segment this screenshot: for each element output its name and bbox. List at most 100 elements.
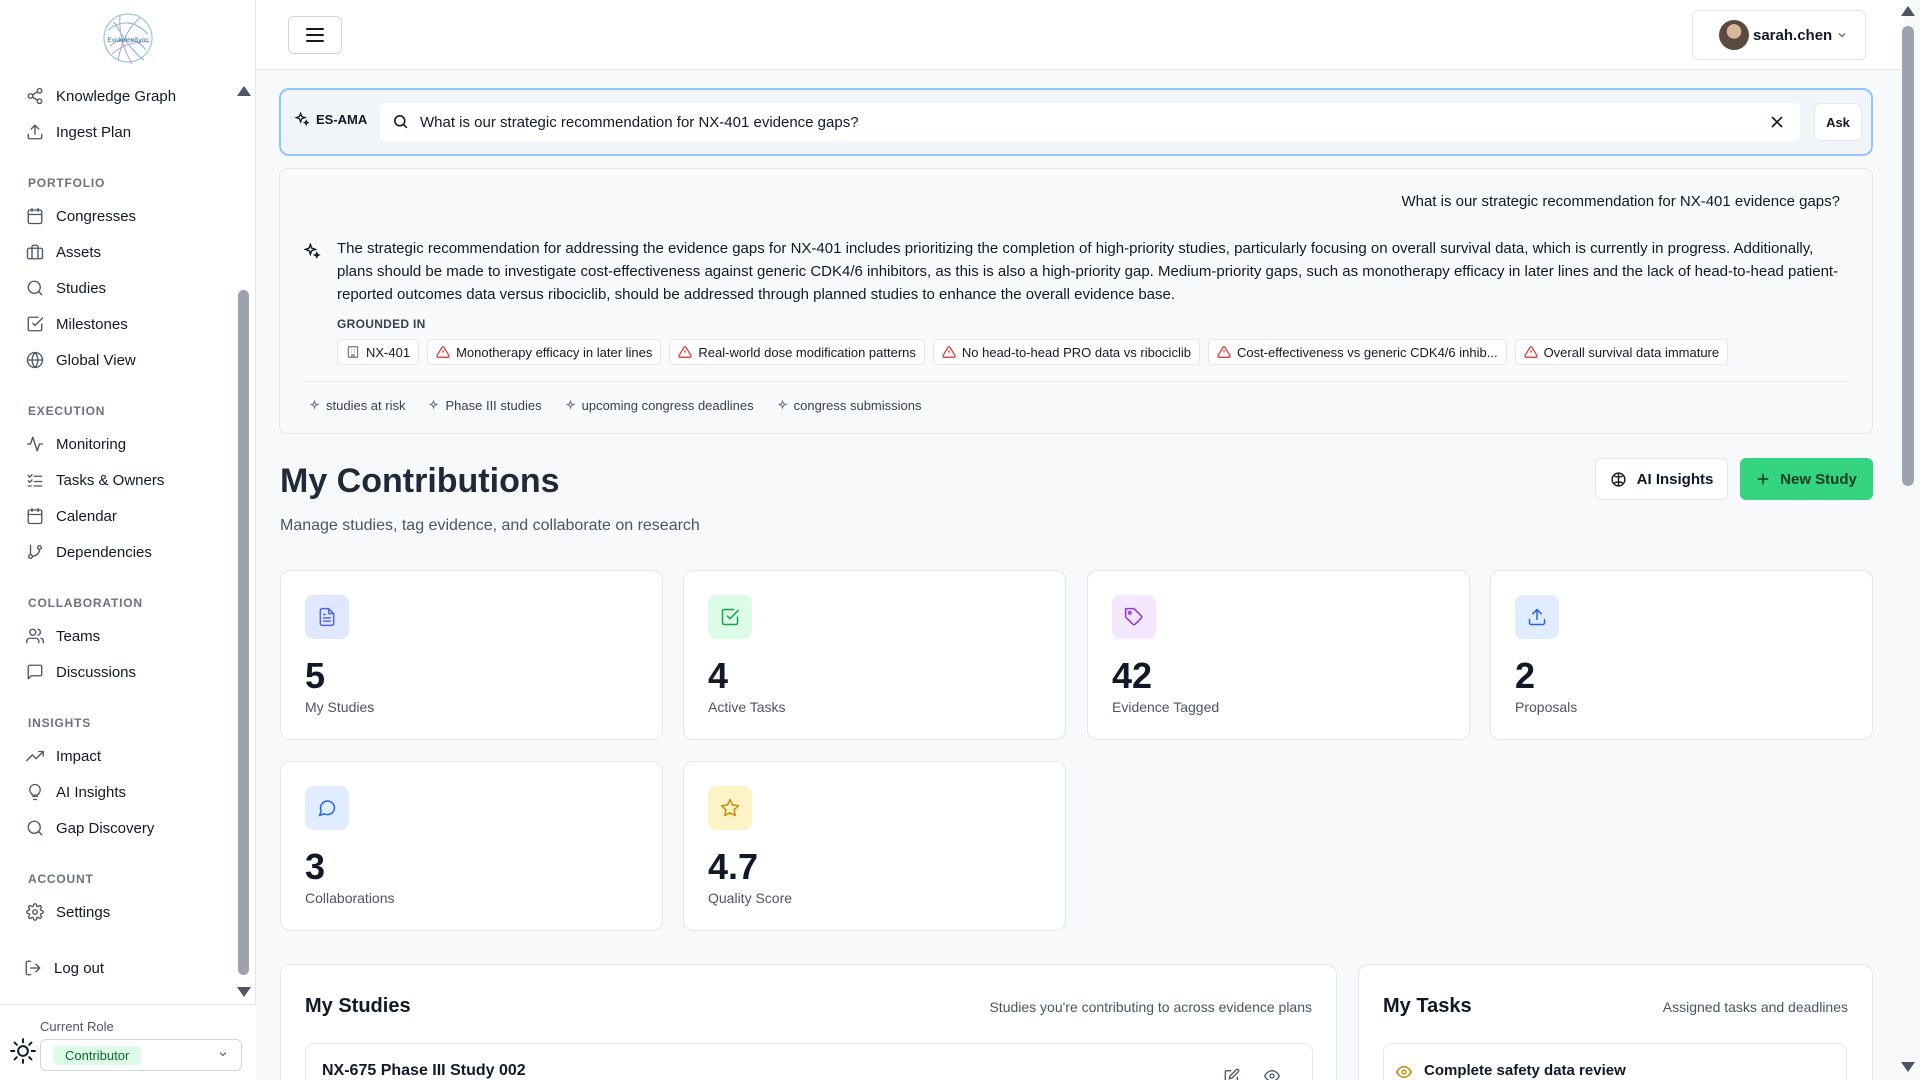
sidebar-item-congresses[interactable]: Congresses [26,200,136,232]
sun-icon[interactable] [10,1038,36,1064]
section-title-execution: EXECUTION [28,404,106,418]
lightbulb-icon [29,783,41,801]
stat-label: Quality Score [708,890,793,906]
new-study-label: New Study [1780,470,1857,488]
stat-value: 42 [1112,655,1153,696]
sidebar-item-label: Assets [56,243,102,261]
sidebar-scroll-down-arrow[interactable] [237,987,251,997]
source-chip[interactable]: Cost-effectiveness vs generic CDK4/6 inh… [1207,339,1507,365]
ama-query-input[interactable] [420,103,1750,141]
sidebar-item-gap-discovery[interactable]: Gap Discovery [26,812,154,844]
logout-button[interactable]: Log out [24,952,104,984]
hamburger-icon [306,28,324,42]
sparkles-icon [777,399,788,410]
source-chip[interactable]: No head-to-head PRO data vs ribociclib [932,339,1200,365]
stat-card-quality-score[interactable]: 4.7 Quality Score [683,761,1066,931]
divider [304,381,1850,382]
stat-value: 5 [305,655,326,696]
ai-insights-label: AI Insights [1636,470,1714,488]
message-square-icon [27,664,43,680]
warning-icon [678,346,693,358]
suggested-query[interactable]: studies at risk [306,396,409,415]
stat-card-my-studies[interactable]: 5 My Studies [280,570,663,740]
sidebar-item-label: Knowledge Graph [56,87,177,105]
sidebar-item-tasks-owners[interactable]: Tasks & Owners [26,464,164,496]
git-branch-icon [27,544,43,560]
user-menu-button[interactable]: sarah.chen [1692,10,1866,60]
new-study-button[interactable]: New Study [1740,458,1873,500]
stat-value: 4 [708,655,729,696]
sidebar-item-assets[interactable]: Assets [26,236,101,268]
sidebar-item-ai-insights[interactable]: AI Insights [26,776,126,808]
sidebar-item-impact[interactable]: Impact [26,740,101,772]
sparkles-icon [310,399,320,410]
task-name: Complete safety data review [1424,1062,1626,1079]
sidebar-item-settings[interactable]: Settings [26,896,110,928]
briefcase-icon [26,244,44,260]
list-checks-icon [27,474,43,487]
search-icon [27,280,43,296]
source-chip[interactable]: Monotherapy efficacy in later lines [427,339,662,365]
eye-icon[interactable] [1264,1068,1280,1080]
task-row[interactable]: Complete safety data review [1383,1043,1847,1080]
sidebar-scroll-up-arrow[interactable] [237,86,251,96]
source-chip[interactable]: Overall survival data immature [1514,339,1729,365]
suggested-query[interactable]: upcoming congress deadlines [562,396,758,415]
stat-label: My Studies [305,699,375,715]
sidebar-scrollbar-thumb[interactable] [238,290,249,975]
stat-label: Evidence Tagged [1112,699,1220,715]
sidebar-item-label: AI Insights [56,783,127,801]
source-chip-label: Overall survival data immature [1543,344,1720,360]
sidebar-item-monitoring[interactable]: Monitoring [26,428,126,460]
share-nodes-icon [27,87,43,105]
sidebar-item-label: Ingest Plan [56,123,132,141]
stat-card-evidence-tagged[interactable]: 42 Evidence Tagged [1087,570,1470,740]
suggested-query[interactable]: congress submissions [774,396,926,415]
study-row[interactable]: NX-675 Phase III Study 002 [305,1043,1313,1080]
source-chip-label: Monotherapy efficacy in later lines [456,344,653,360]
warning-icon [436,346,450,358]
page-scrollbar-thumb[interactable] [1902,26,1914,486]
stat-card-collaborations[interactable]: 3 Collaborations [280,761,663,931]
sidebar-item-knowledge-graph[interactable]: Knowledge Graph [26,80,176,112]
menu-toggle-button[interactable] [288,16,342,54]
sidebar-item-discussions[interactable]: Discussions [26,656,136,688]
section-title-account: ACCOUNT [28,872,94,886]
page-scroll-down-arrow[interactable] [1901,1062,1915,1072]
sidebar: EvidenceSync Knowledge Graph Ingest Plan… [0,0,256,1080]
sidebar-item-ingest-plan[interactable]: Ingest Plan [26,116,131,148]
close-icon[interactable] [1768,113,1786,131]
sidebar-item-studies[interactable]: Studies [26,272,106,304]
stat-card-active-tasks[interactable]: 4 Active Tasks [683,570,1066,740]
upload-icon [1528,608,1546,626]
source-chip[interactable]: NX-401 [337,339,420,365]
suggested-query[interactable]: Phase III studies [425,396,545,415]
ask-button[interactable]: Ask [1814,103,1862,141]
document-icon [319,607,335,627]
sidebar-item-milestones[interactable]: Milestones [26,308,128,340]
warning-icon [1217,346,1231,358]
ama-question-echo: What is our strategic recommendation for… [1401,193,1840,210]
my-tasks-title: My Tasks [1383,995,1472,1017]
sidebar-item-label: Studies [56,279,107,297]
sidebar-item-global-view[interactable]: Global View [26,344,136,376]
sidebar-item-teams[interactable]: Teams [26,620,100,652]
edit-icon[interactable] [1224,1068,1240,1080]
study-name: NX-675 Phase III Study 002 [322,1062,526,1079]
brain-globe-icon [1611,471,1626,487]
avatar [1719,20,1749,50]
role-select[interactable]: Contributor [40,1039,242,1071]
calendar-icon [27,507,43,525]
ai-insights-button[interactable]: AI Insights [1595,458,1728,500]
page-scroll-up-arrow[interactable] [1901,6,1915,16]
sidebar-item-calendar[interactable]: Calendar [26,500,117,532]
sidebar-item-dependencies[interactable]: Dependencies [26,536,152,568]
evidencesync-logo[interactable]: EvidenceSync [100,10,156,68]
plus-icon [1757,473,1769,485]
stat-card-proposals[interactable]: 2 Proposals [1490,570,1873,740]
section-title-collaboration: COLLABORATION [28,596,143,610]
warning-icon [1523,346,1538,358]
trending-up-icon [26,750,44,762]
stat-value: 2 [1515,655,1536,696]
source-chip[interactable]: Real-world dose modification patterns [669,339,925,365]
